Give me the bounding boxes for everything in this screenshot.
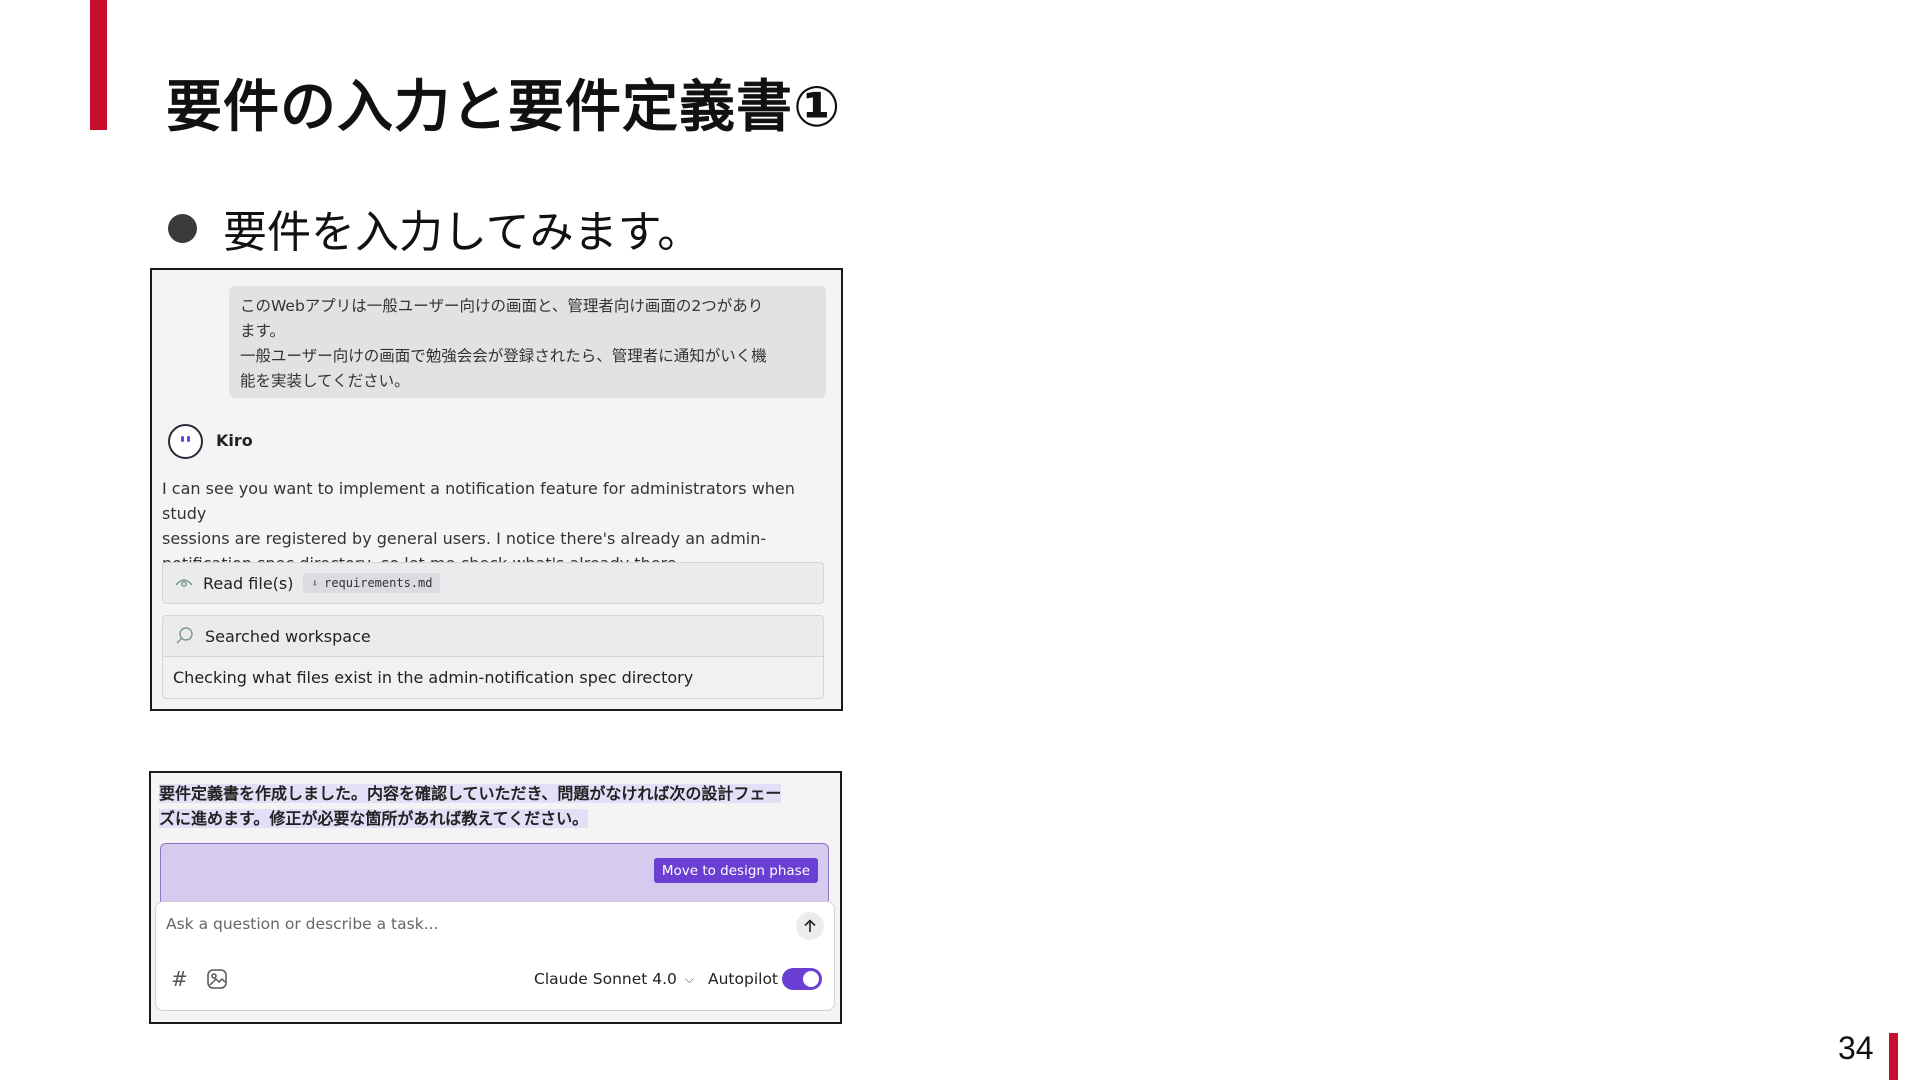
bullet-item: 要件を入力してみます。 bbox=[168, 196, 701, 260]
search-icon bbox=[176, 627, 193, 644]
move-to-design-phase-button[interactable]: Move to design phase bbox=[653, 858, 818, 883]
search-step-header[interactable]: Searched workspace bbox=[163, 616, 823, 657]
completion-line: 要件定義書を作成しました。内容を確認していただき、問題がなければ次の設計フェー bbox=[159, 784, 782, 803]
assistant-message: I can see you want to implement a notifi… bbox=[162, 476, 832, 576]
completion-line: ズに進めます。修正が必要な箇所があれば教えてください。 bbox=[159, 809, 589, 828]
read-files-step[interactable]: Read file(s) ⬇ requirements.md bbox=[162, 562, 824, 604]
send-button[interactable] bbox=[796, 912, 824, 940]
arrow-up-icon bbox=[804, 919, 816, 932]
bullet-text: 要件を入力してみます。 bbox=[223, 207, 702, 258]
assistant-message-line: sessions are registered by general users… bbox=[162, 529, 767, 548]
user-message-line: このWebアプリは一般ユーザー向けの画面と、管理者向け画面の2つがあり bbox=[240, 297, 764, 315]
file-name: requirements.md bbox=[324, 576, 433, 590]
autopilot-label: Autopilot bbox=[708, 970, 778, 988]
input-screenshot: 要件定義書を作成しました。内容を確認していただき、問題がなければ次の設計フェー … bbox=[149, 771, 842, 1024]
file-chip[interactable]: ⬇ requirements.md bbox=[303, 573, 441, 593]
model-selector[interactable]: Claude Sonnet 4.0 ⌵ bbox=[534, 970, 694, 988]
user-message-bubble: このWebアプリは一般ユーザー向けの画面と、管理者向け画面の2つがあり ます。 … bbox=[229, 286, 826, 398]
model-name: Claude Sonnet 4.0 bbox=[534, 970, 677, 988]
read-files-label: Read file(s) bbox=[203, 573, 294, 593]
context-hash-icon[interactable]: # bbox=[171, 967, 188, 991]
assistant-message-line: I can see you want to implement a notifi… bbox=[162, 479, 795, 523]
slide-title: 要件の入力と要件定義書① bbox=[166, 75, 842, 140]
phase-action-band: Move to design phase bbox=[160, 843, 829, 905]
search-workspace-step[interactable]: Searched workspace Checking what files e… bbox=[162, 615, 824, 699]
assistant-name: Kiro bbox=[216, 431, 253, 450]
title-accent-bar bbox=[90, 0, 107, 130]
eye-icon bbox=[175, 579, 193, 587]
chevron-down-icon: ⌵ bbox=[684, 971, 695, 986]
download-icon: ⬇ bbox=[311, 576, 319, 590]
chat-input[interactable] bbox=[166, 912, 766, 936]
search-step-label: Searched workspace bbox=[205, 626, 371, 646]
page-number: 34 bbox=[1838, 1030, 1874, 1066]
image-upload-icon[interactable] bbox=[206, 968, 228, 990]
chat-screenshot: このWebアプリは一般ユーザー向けの画面と、管理者向け画面の2つがあり ます。 … bbox=[150, 268, 843, 711]
search-step-detail: Checking what files exist in the admin-n… bbox=[163, 657, 823, 698]
kiro-avatar-icon bbox=[168, 424, 203, 459]
toggle-knob bbox=[803, 971, 819, 987]
chat-input-card: # Claude Sonnet 4.0 ⌵ Autopilot bbox=[155, 901, 835, 1011]
autopilot-toggle[interactable] bbox=[782, 968, 822, 990]
user-message-line: ます。 bbox=[240, 322, 285, 340]
user-message-line: 能を実装してください。 bbox=[240, 372, 410, 390]
page-accent-bar bbox=[1889, 1033, 1898, 1080]
completion-message: 要件定義書を作成しました。内容を確認していただき、問題がなければ次の設計フェー … bbox=[159, 781, 819, 831]
bullet-dot bbox=[168, 213, 197, 243]
user-message-line: 一般ユーザー向けの画面で勉強会会が登録されたら、管理者に通知がいく機 bbox=[240, 347, 767, 365]
